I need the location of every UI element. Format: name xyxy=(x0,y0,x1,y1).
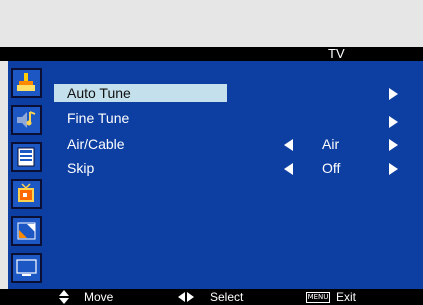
menu-item-value: Air xyxy=(322,136,340,152)
display-icon[interactable] xyxy=(11,216,42,246)
arrow-left-icon[interactable] xyxy=(284,139,293,151)
sound-icon[interactable] xyxy=(11,105,42,135)
menu-item-value: Off xyxy=(322,160,341,176)
arrow-left-icon[interactable] xyxy=(284,163,293,175)
tv-icon[interactable] xyxy=(11,179,42,209)
menu-title: TV xyxy=(328,46,345,61)
title-bar: TV xyxy=(0,47,423,61)
arrow-right-icon[interactable] xyxy=(389,139,398,151)
menu-panel: Auto Tune Fine Tune Air/Cable Air Skip O… xyxy=(45,61,423,289)
menu-item-label: Air/Cable xyxy=(67,136,125,152)
menu-item-label: Fine Tune xyxy=(67,110,130,126)
up-down-arrows-icon xyxy=(59,290,69,304)
sidebar xyxy=(8,61,45,289)
menu-key-icon: MENU xyxy=(306,292,330,303)
arrow-right-icon[interactable] xyxy=(389,88,398,100)
menu-item-skip[interactable]: Skip Off xyxy=(54,159,414,177)
picture-icon[interactable] xyxy=(11,68,42,98)
menu-item-auto-tune[interactable]: Auto Tune xyxy=(54,84,414,102)
help-bar: Move Select MENU Exit xyxy=(0,289,423,305)
menu-item-label: Auto Tune xyxy=(67,85,131,101)
exit-hint: Exit xyxy=(336,290,357,304)
setup-icon[interactable] xyxy=(11,142,42,172)
screen-icon[interactable] xyxy=(11,253,42,283)
move-hint: Move xyxy=(84,290,114,304)
arrow-right-icon[interactable] xyxy=(389,116,398,128)
menu-item-fine-tune[interactable]: Fine Tune xyxy=(54,109,414,128)
select-hint: Select xyxy=(210,290,244,304)
left-right-arrows-icon xyxy=(178,292,194,302)
menu-item-air-cable[interactable]: Air/Cable Air xyxy=(54,135,414,153)
menu-item-label: Skip xyxy=(67,160,95,176)
arrow-right-icon[interactable] xyxy=(389,163,398,175)
